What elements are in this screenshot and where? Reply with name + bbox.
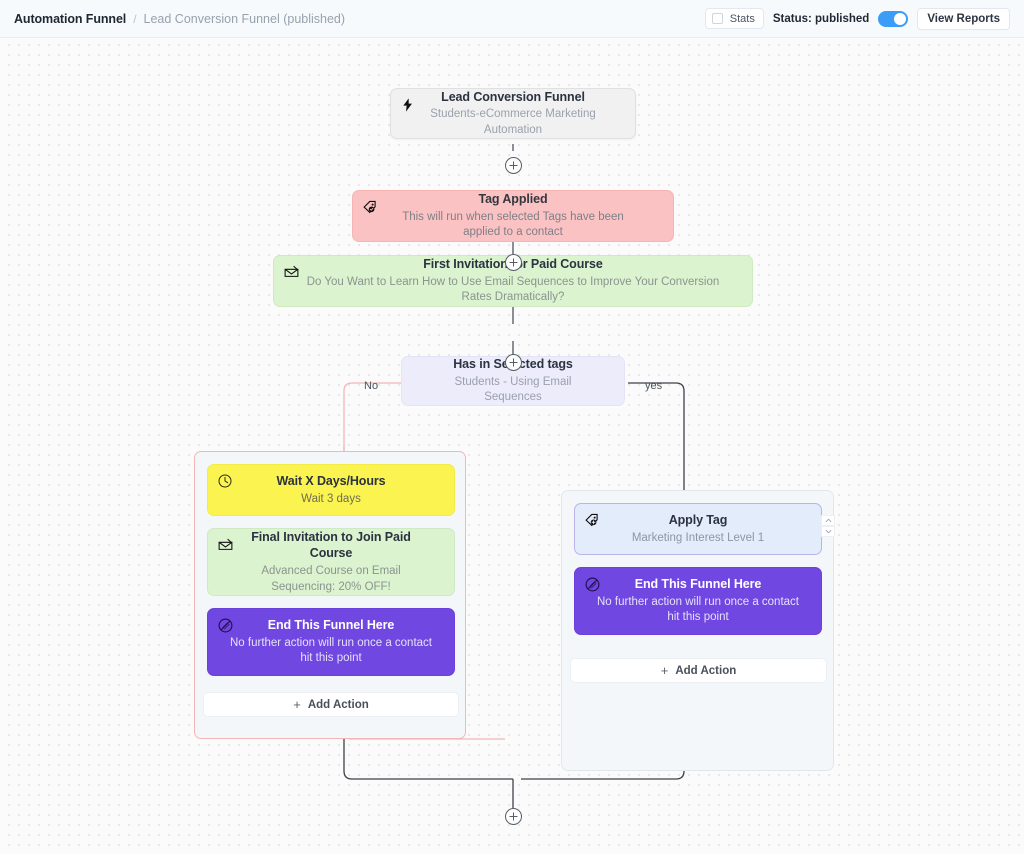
node-subtitle: This will run when selected Tags have be… [402, 210, 624, 239]
status-label: Status: published [772, 12, 870, 25]
add-step-plus-button-bottom[interactable] [505, 808, 522, 825]
branch-container-yes: Apply Tag Marketing Interest Level 1 End… [561, 490, 835, 771]
breadcrumb: Automation Funnel / Lead Conversion Funn… [14, 12, 345, 26]
funnel-canvas[interactable]: Lead Conversion Funnel Students-eCommerc… [0, 38, 1024, 854]
stats-toggle-control[interactable]: Stats [704, 8, 764, 29]
node-title: End This Funnel Here [634, 577, 762, 592]
node-subtitle: Students - Using Email Sequences [454, 375, 572, 404]
node-trigger-tag-applied[interactable]: Tag Applied This will run when selected … [352, 190, 674, 242]
tag-plus-icon [584, 512, 600, 528]
plus-icon: + [293, 697, 301, 712]
plus-icon: + [660, 663, 669, 678]
node-title: Apply Tag [668, 512, 728, 527]
ban-icon [584, 576, 600, 592]
breadcrumb-current: Lead Conversion Funnel (published) [143, 11, 346, 26]
add-action-button-right[interactable]: + Add Action [570, 658, 827, 683]
stats-checkbox[interactable] [711, 13, 723, 24]
node-subtitle: Advanced Course on Email Sequencing: 20%… [261, 565, 401, 593]
header-controls: Stats Status: published View Reports [704, 7, 1010, 30]
ban-icon [217, 617, 233, 633]
node-subtitle: Do You Want to Learn How to Use Email Se… [306, 275, 720, 304]
node-subtitle: Students-eCommerce Marketing Automation [430, 108, 596, 136]
branch-label-yes: yes [645, 380, 663, 392]
node-email-final-invitation[interactable]: Final Invitation to Join Paid Course Adv… [207, 528, 455, 596]
node-title: End This Funnel Here [267, 618, 395, 633]
node-reorder-controls[interactable] [821, 515, 835, 537]
add-action-button-left[interactable]: + Add Action [203, 692, 459, 717]
clock-icon [217, 473, 233, 489]
breadcrumb-root[interactable]: Automation Funnel [14, 12, 126, 26]
node-title: Wait X Days/Hours [276, 473, 386, 488]
email-icon [283, 264, 299, 280]
branch-label-no: No [364, 380, 379, 392]
add-step-plus-button-1[interactable] [505, 157, 522, 174]
node-wait-x-days-hours[interactable]: Wait X Days/Hours Wait 3 days [207, 464, 455, 516]
branch-container-no: Wait X Days/Hours Wait 3 days Final Invi… [194, 451, 466, 739]
node-trigger-lead-conversion-funnel[interactable]: Lead Conversion Funnel Students-eCommerc… [390, 88, 636, 139]
node-title: Final Invitation to Join Paid Course [251, 529, 411, 561]
node-end-funnel-right[interactable]: End This Funnel Here No further action w… [574, 567, 822, 635]
node-subtitle: No further action will run once a contac… [597, 595, 799, 624]
node-title: Lead Conversion Funnel [441, 89, 585, 104]
node-subtitle: Marketing Interest Level 1 [631, 531, 765, 544]
view-reports-button[interactable]: View Reports [917, 7, 1010, 30]
node-end-funnel-left[interactable]: End This Funnel Here No further action w… [207, 608, 455, 676]
node-subtitle: No further action will run once a contac… [230, 636, 432, 665]
stats-label: Stats [729, 12, 755, 25]
top-header-bar: Automation Funnel / Lead Conversion Funn… [0, 0, 1024, 38]
add-action-label: Add Action [307, 698, 369, 711]
add-step-plus-button-3[interactable] [505, 354, 522, 371]
node-subtitle: Wait 3 days [301, 492, 361, 505]
breadcrumb-separator: / [133, 11, 137, 26]
funnel-flow: Lead Conversion Funnel Students-eCommerc… [0, 38, 1024, 854]
toggle-knob [894, 12, 907, 25]
email-icon [217, 537, 233, 553]
tag-check-icon [362, 199, 378, 215]
publish-status-toggle[interactable] [878, 10, 909, 27]
node-title: Tag Applied [478, 192, 548, 207]
node-apply-tag[interactable]: Apply Tag Marketing Interest Level 1 [574, 503, 822, 555]
lightning-bolt-icon [400, 97, 416, 113]
add-step-plus-button-2[interactable] [505, 254, 522, 271]
add-action-label: Add Action [675, 664, 737, 677]
chevron-up-icon[interactable] [821, 515, 835, 526]
chevron-down-icon[interactable] [821, 526, 835, 537]
